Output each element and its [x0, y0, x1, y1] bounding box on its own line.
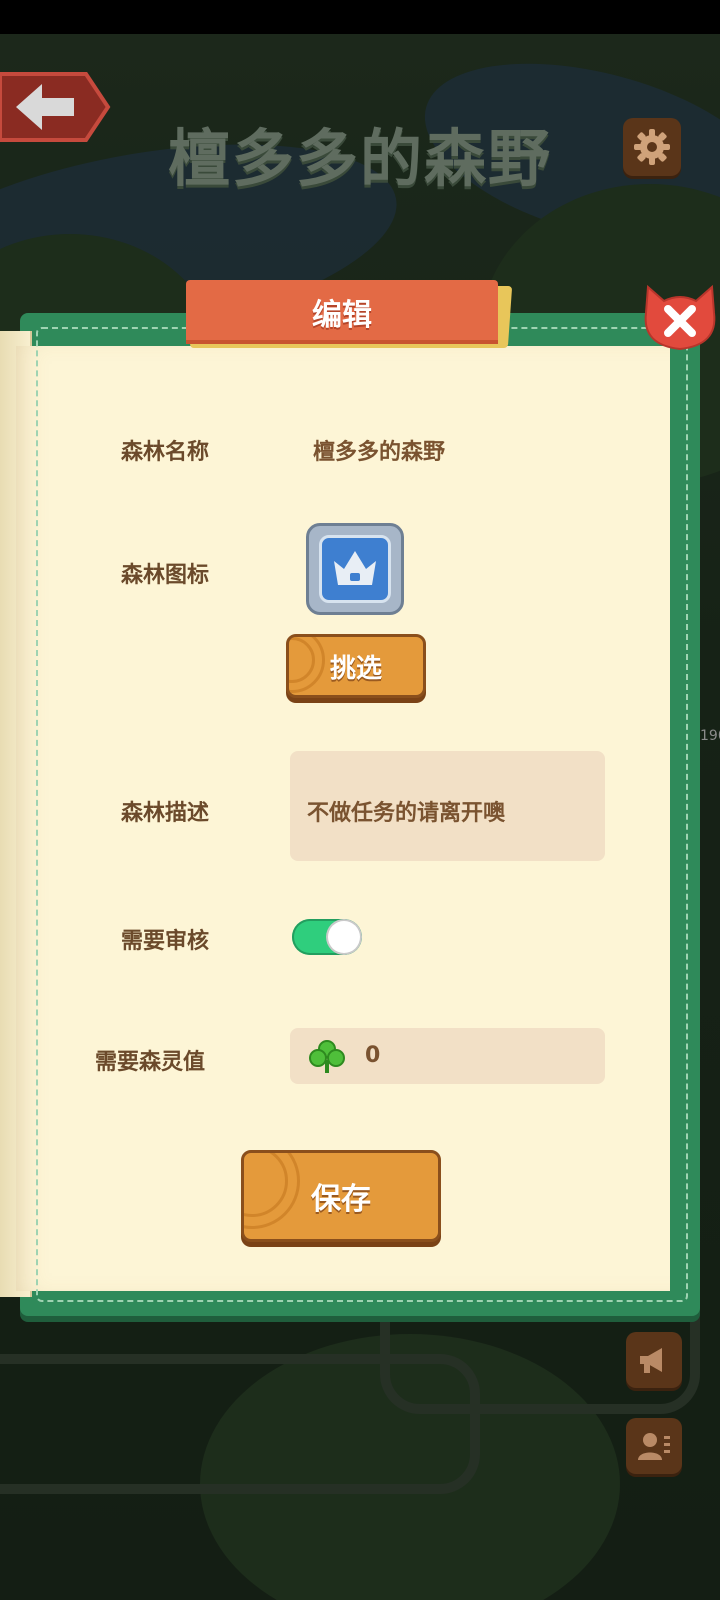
- crown-icon: [334, 551, 376, 585]
- status-bar: [0, 0, 720, 34]
- save-button-label: 保存: [311, 1182, 371, 1217]
- background-edge-text: 190: [700, 728, 720, 744]
- dialog-title: 编辑: [312, 298, 372, 333]
- pick-button-label: 挑选: [329, 653, 382, 684]
- save-button[interactable]: 保存: [241, 1150, 441, 1242]
- pick-icon-button[interactable]: 挑选: [286, 634, 426, 698]
- megaphone-icon: [640, 1348, 662, 1373]
- forest-icon-preview: [306, 523, 404, 615]
- forest-desc-value: 不做任务的请离开噢: [307, 801, 506, 826]
- forest-name-value[interactable]: 檀多多的森野: [313, 434, 445, 466]
- forest-icon-label: 森林图标: [121, 563, 210, 588]
- announcement-button[interactable]: [626, 1332, 682, 1388]
- clover-icon: [309, 1040, 345, 1073]
- back-button[interactable]: [0, 68, 112, 146]
- spirit-value-label: 需要森灵值: [95, 1050, 206, 1075]
- settings-button[interactable]: [623, 118, 681, 176]
- dialog-tab: 编辑: [186, 280, 513, 348]
- forest-name-label: 森林名称: [121, 440, 210, 465]
- review-label: 需要审核: [121, 929, 210, 954]
- page-title: 檀多多的森野: [167, 122, 552, 195]
- back-arrow-icon: [0, 72, 111, 142]
- close-button[interactable]: [642, 283, 718, 353]
- members-button[interactable]: [626, 1418, 682, 1474]
- toggle-knob: [328, 921, 360, 953]
- review-toggle[interactable]: [292, 919, 362, 955]
- gear-icon: [634, 129, 670, 165]
- spirit-value: 0: [365, 1043, 381, 1068]
- forest-desc-label: 森林描述: [121, 801, 210, 826]
- close-icon: [644, 284, 716, 351]
- contacts-icon: [638, 1433, 670, 1460]
